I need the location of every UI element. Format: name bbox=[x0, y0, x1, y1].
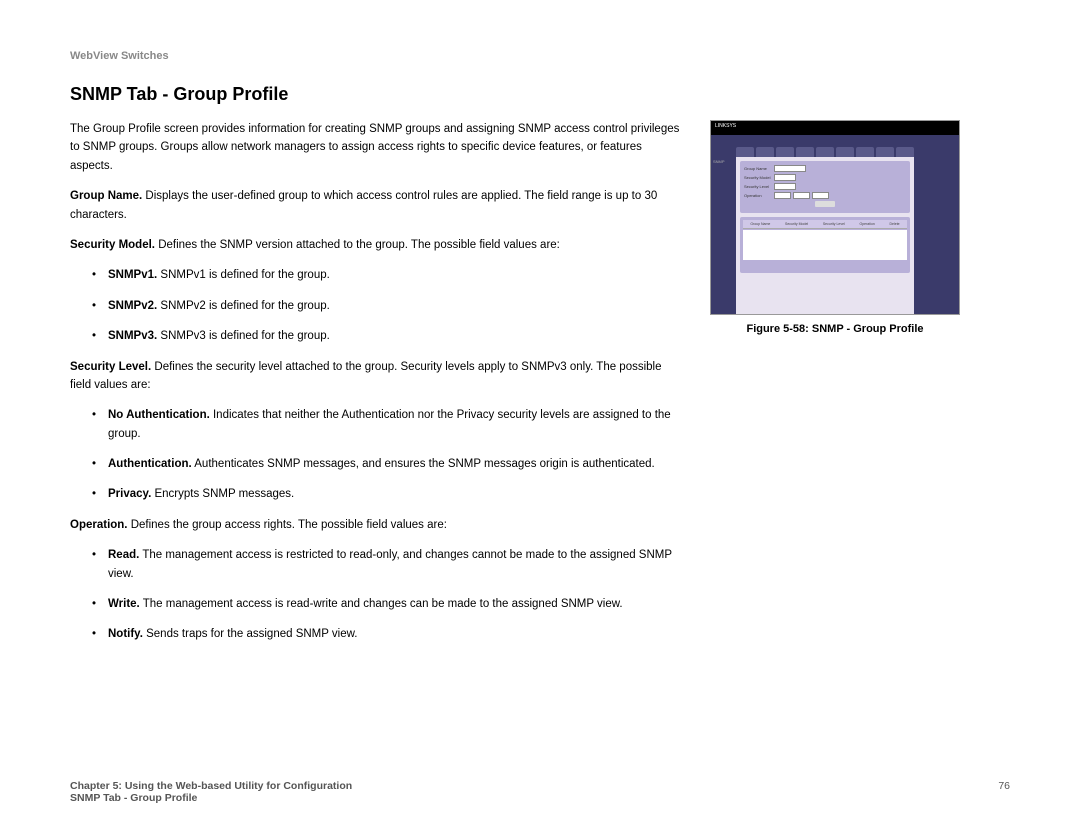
label: Authentication. bbox=[108, 458, 192, 470]
page-number: 76 bbox=[998, 780, 1010, 804]
label: No Authentication. bbox=[108, 409, 210, 421]
bullet-icon: • bbox=[92, 455, 108, 473]
desc: SNMPv2 is defined for the group. bbox=[157, 300, 330, 312]
body-text-column: The Group Profile screen provides inform… bbox=[70, 120, 680, 656]
figure-right-help bbox=[914, 157, 959, 314]
desc: Defines the SNMP version attached to the… bbox=[155, 239, 560, 251]
list-item: • No Authentication. Indicates that neit… bbox=[70, 406, 680, 443]
desc: SNMPv3 is defined for the group. bbox=[157, 330, 330, 342]
desc: Defines the security level attached to t… bbox=[70, 361, 662, 391]
label: Security Model. bbox=[70, 239, 155, 251]
bullet-icon: • bbox=[92, 546, 108, 583]
desc: Authenticates SNMP messages, and ensures… bbox=[192, 458, 655, 470]
desc: SNMPv1 is defined for the group. bbox=[157, 269, 330, 281]
bullet-icon: • bbox=[92, 297, 108, 315]
document-header: WebView Switches bbox=[70, 50, 1010, 62]
bullet-icon: • bbox=[92, 625, 108, 643]
bullet-icon: • bbox=[92, 327, 108, 345]
list-item: • Read. The management access is restric… bbox=[70, 546, 680, 583]
figure-form-panel: Group Name Security Model Security Level… bbox=[740, 161, 910, 213]
list-item: • Authentication. Authenticates SNMP mes… bbox=[70, 455, 680, 473]
figure-caption: Figure 5-58: SNMP - Group Profile bbox=[710, 323, 960, 335]
desc: Defines the group access rights. The pos… bbox=[128, 519, 447, 531]
figure-column: LINKSYS SNMP Group Name Security Model S… bbox=[710, 120, 960, 656]
list-item: • Notify. Sends traps for the assigned S… bbox=[70, 625, 680, 643]
label: Read. bbox=[108, 549, 139, 561]
desc: Displays the user-defined group to which… bbox=[70, 190, 657, 220]
figure-tabs bbox=[711, 135, 959, 157]
label: SNMPv2. bbox=[108, 300, 157, 312]
label: Write. bbox=[108, 598, 140, 610]
figure-table-panel: Group NameSecurity ModelSecurity LevelOp… bbox=[740, 217, 910, 273]
list-item: • SNMPv2. SNMPv2 is defined for the grou… bbox=[70, 297, 680, 315]
label: SNMPv1. bbox=[108, 269, 157, 281]
bullet-icon: • bbox=[92, 595, 108, 613]
page-footer: Chapter 5: Using the Web-based Utility f… bbox=[70, 780, 1010, 804]
field-group-name: Group Name. Displays the user-defined gr… bbox=[70, 187, 680, 224]
intro-paragraph: The Group Profile screen provides inform… bbox=[70, 120, 680, 175]
figure-brand-bar: LINKSYS bbox=[711, 121, 959, 135]
figure-screenshot: LINKSYS SNMP Group Name Security Model S… bbox=[710, 120, 960, 315]
list-item: • Privacy. Encrypts SNMP messages. bbox=[70, 485, 680, 503]
footer-section: SNMP Tab - Group Profile bbox=[70, 792, 352, 804]
label: Security Level. bbox=[70, 361, 151, 373]
bullet-icon: • bbox=[92, 406, 108, 443]
field-operation: Operation. Defines the group access righ… bbox=[70, 516, 680, 534]
footer-chapter: Chapter 5: Using the Web-based Utility f… bbox=[70, 780, 352, 792]
label: Operation. bbox=[70, 519, 128, 531]
desc: The management access is read-write and … bbox=[140, 598, 623, 610]
desc: The management access is restricted to r… bbox=[108, 549, 672, 579]
bullet-icon: • bbox=[92, 266, 108, 284]
desc: Sends traps for the assigned SNMP view. bbox=[143, 628, 358, 640]
desc: Encrypts SNMP messages. bbox=[151, 488, 294, 500]
label: Group Name. bbox=[70, 190, 142, 202]
operation-options: • Read. The management access is restric… bbox=[70, 546, 680, 644]
bullet-icon: • bbox=[92, 485, 108, 503]
list-item: • Write. The management access is read-w… bbox=[70, 595, 680, 613]
security-model-options: • SNMPv1. SNMPv1 is defined for the grou… bbox=[70, 266, 680, 345]
list-item: • SNMPv3. SNMPv3 is defined for the grou… bbox=[70, 327, 680, 345]
field-security-model: Security Model. Defines the SNMP version… bbox=[70, 236, 680, 254]
security-level-options: • No Authentication. Indicates that neit… bbox=[70, 406, 680, 504]
label: Privacy. bbox=[108, 488, 151, 500]
page-title: SNMP Tab - Group Profile bbox=[70, 84, 1010, 105]
figure-center: Group Name Security Model Security Level… bbox=[736, 157, 914, 314]
label: Notify. bbox=[108, 628, 143, 640]
label: SNMPv3. bbox=[108, 330, 157, 342]
list-item: • SNMPv1. SNMPv1 is defined for the grou… bbox=[70, 266, 680, 284]
field-security-level: Security Level. Defines the security lev… bbox=[70, 358, 680, 395]
figure-left-nav: SNMP bbox=[711, 157, 736, 314]
